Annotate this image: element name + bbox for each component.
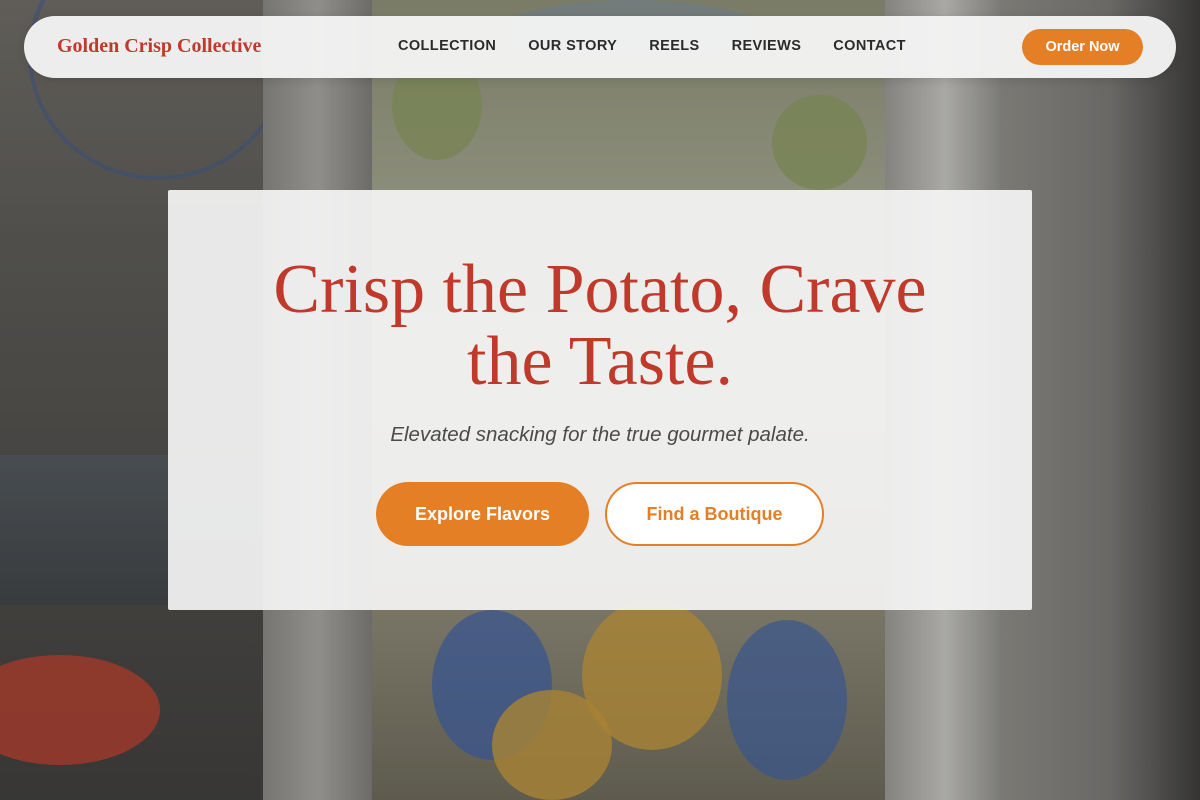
order-now-button[interactable]: Order Now xyxy=(1022,29,1143,65)
explore-flavors-button[interactable]: Explore Flavors xyxy=(376,482,589,546)
nav-link-collection[interactable]: COLLECTION xyxy=(398,38,496,54)
hero-subtitle: Elevated snacking for the true gourmet p… xyxy=(390,423,810,446)
brand-logo[interactable]: Golden Crisp Collective xyxy=(57,35,261,58)
nav-link-contact[interactable]: CONTACT xyxy=(833,38,906,54)
nav-menu: COLLECTION OUR STORY REELS REVIEWS CONTA… xyxy=(398,38,906,54)
nav-link-reels[interactable]: REELS xyxy=(649,38,699,54)
hero-title-line-1: Crisp the Potato, Crave xyxy=(273,251,927,328)
find-boutique-button[interactable]: Find a Boutique xyxy=(605,482,824,546)
hero-title-line-2: the Taste. xyxy=(467,323,733,400)
nav-link-reviews[interactable]: REVIEWS xyxy=(732,38,802,54)
navbar: Golden Crisp Collective COLLECTION OUR S… xyxy=(24,16,1176,78)
hero-title: Crisp the Potato, Crave the Taste. xyxy=(168,254,1032,398)
nav-link-our-story[interactable]: OUR STORY xyxy=(528,38,617,54)
hero-card: Crisp the Potato, Crave the Taste. Eleva… xyxy=(168,190,1032,610)
